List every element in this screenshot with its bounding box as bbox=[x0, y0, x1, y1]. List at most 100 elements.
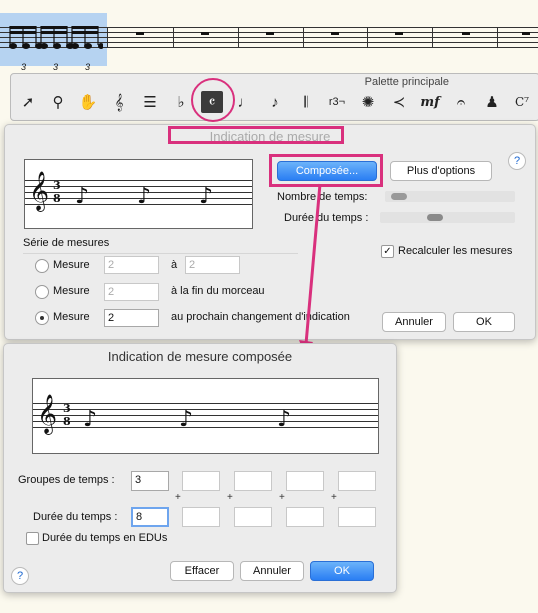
barline bbox=[367, 27, 368, 47]
title-highlight bbox=[168, 126, 344, 144]
whole-rest bbox=[522, 32, 530, 35]
beamed-triplets bbox=[9, 26, 103, 49]
clef-icon[interactable]: 𝄞 bbox=[108, 91, 130, 113]
whole-rest bbox=[201, 32, 209, 35]
measure-range-label: Série de mesures bbox=[23, 237, 110, 249]
barline bbox=[303, 27, 304, 47]
barline bbox=[432, 27, 433, 47]
time-sig-top: 3 bbox=[53, 179, 61, 192]
composite-time-signature-dialog: Indication de mesure composée 𝄞 3 8 ♪ ♪ … bbox=[3, 343, 397, 593]
triplet-mark: 3 bbox=[53, 62, 59, 72]
eighth-note-icon: ♪ bbox=[137, 184, 152, 209]
plus-sign: + bbox=[279, 492, 285, 503]
beat-group-field-3[interactable] bbox=[234, 471, 272, 491]
recalc-checkbox[interactable]: ✓ bbox=[381, 245, 394, 258]
eighth-note-icon: ♪ bbox=[199, 184, 214, 209]
articulation-icon[interactable]: ✺ bbox=[357, 91, 379, 113]
zoom-icon[interactable]: ⚲ bbox=[47, 91, 69, 113]
key-signature-icon[interactable]: ☰ bbox=[139, 91, 161, 113]
edu-label: Durée du temps en EDUs bbox=[42, 532, 168, 544]
eighth-note-icon: ♪ bbox=[179, 407, 194, 432]
help-button[interactable]: ? bbox=[508, 152, 526, 170]
radio3-label: Mesure bbox=[53, 311, 90, 323]
recalc-label: Recalculer les mesures bbox=[398, 245, 513, 257]
instrument-icon[interactable]: 𝄃 bbox=[295, 91, 317, 113]
radio-measure-next-change[interactable] bbox=[35, 311, 49, 325]
whole-rest bbox=[462, 32, 470, 35]
eighth-note-icon: ♪ bbox=[83, 407, 98, 432]
whole-rest bbox=[395, 32, 403, 35]
time-sig-top: 3 bbox=[63, 402, 71, 415]
measure-to-field[interactable]: 2 bbox=[185, 256, 240, 274]
barline bbox=[173, 27, 174, 47]
beat-group-field-5[interactable] bbox=[338, 471, 376, 491]
triplet-mark: 3 bbox=[21, 62, 27, 72]
connector-arrow bbox=[299, 183, 322, 356]
repeat-icon[interactable]: 𝄐 bbox=[450, 91, 472, 113]
dialog-title: Indication de mesure composée bbox=[107, 349, 293, 364]
barline bbox=[107, 27, 108, 47]
whole-rest bbox=[136, 32, 144, 35]
beat-duration-label: Durée du temps : bbox=[33, 511, 118, 523]
beat-group-field-2[interactable] bbox=[182, 471, 220, 491]
radio1-label: Mesure bbox=[53, 259, 90, 271]
time-sig-bottom: 8 bbox=[53, 192, 61, 205]
grace-note-icon[interactable]: ♪ bbox=[264, 91, 286, 113]
beat-duration-field-5[interactable] bbox=[338, 507, 376, 527]
time-sig-bottom: 8 bbox=[63, 415, 71, 428]
cancel-button[interactable]: Annuler bbox=[240, 561, 304, 581]
chord-icon[interactable]: C⁷ bbox=[511, 91, 533, 113]
preview-staff: 𝄞 3 8 ♪ ♪ ♪ bbox=[32, 378, 379, 454]
beats-slider[interactable] bbox=[385, 191, 515, 202]
tuplet-icon[interactable]: r3¬ bbox=[326, 91, 348, 113]
more-options-button[interactable]: Plus d'options bbox=[390, 161, 492, 181]
eighth-note-icon: ♪ bbox=[75, 184, 90, 209]
eighth-note-icon: ♪ bbox=[277, 407, 292, 432]
beat-duration-field-1[interactable]: 8 bbox=[131, 507, 169, 527]
edu-checkbox[interactable] bbox=[26, 532, 39, 545]
cancel-button[interactable]: Annuler bbox=[382, 312, 446, 332]
triplet-mark: 3 bbox=[85, 62, 91, 72]
measure-next-field[interactable]: 2 bbox=[104, 309, 159, 327]
beat-duration-field-3[interactable] bbox=[234, 507, 272, 527]
treble-clef-icon: 𝄞 bbox=[37, 394, 58, 434]
radio-measure-to-end[interactable] bbox=[35, 285, 49, 299]
dynamics-icon[interactable]: mf bbox=[419, 91, 441, 113]
hand-icon[interactable]: ✋ bbox=[77, 91, 99, 113]
time-signature-dialog: Indication de mesure 𝄞 3 8 ♪ ♪ ♪ Composé… bbox=[4, 124, 536, 340]
beat-duration-slider[interactable] bbox=[380, 212, 515, 223]
beat-duration-field-4[interactable] bbox=[286, 507, 324, 527]
ok-button[interactable]: OK bbox=[310, 561, 374, 581]
barline bbox=[497, 27, 498, 47]
main-palette: Palette principale ➚ ⚲ ✋ 𝄞 ☰ ♭ 𝄴 ♩ ♪ 𝄃 r… bbox=[10, 73, 538, 121]
treble-clef-icon: 𝄞 bbox=[29, 171, 50, 211]
clear-button[interactable]: Effacer bbox=[170, 561, 234, 581]
ok-button[interactable]: OK bbox=[453, 312, 515, 332]
highlight-circle bbox=[191, 78, 235, 122]
measure-from-field[interactable]: 2 bbox=[104, 256, 159, 274]
radio2-label: Mesure bbox=[53, 285, 90, 297]
beat-groups-label: Groupes de temps : bbox=[18, 474, 115, 486]
help-button[interactable]: ? bbox=[11, 567, 29, 585]
accidental-icon[interactable]: ♭ bbox=[170, 91, 192, 113]
radio2-suffix: à la fin du morceau bbox=[171, 285, 265, 297]
preview-staff: 𝄞 3 8 ♪ ♪ ♪ bbox=[24, 159, 253, 229]
palette-title: Palette principale bbox=[364, 76, 449, 88]
radio-measure-range[interactable] bbox=[35, 259, 49, 273]
to-label: à bbox=[171, 259, 178, 271]
measure-end-field[interactable]: 2 bbox=[104, 283, 159, 301]
whole-rest bbox=[266, 32, 274, 35]
beat-group-field-1[interactable]: 3 bbox=[131, 471, 169, 491]
barline bbox=[238, 27, 239, 47]
whole-rest bbox=[331, 32, 339, 35]
score-area: 3 3 3 bbox=[0, 0, 538, 75]
hairpin-icon[interactable]: ≺ bbox=[388, 91, 410, 113]
expression-icon[interactable]: ♟ bbox=[481, 91, 503, 113]
beat-duration-field-2[interactable] bbox=[182, 507, 220, 527]
arrow-icon[interactable]: ➚ bbox=[17, 91, 39, 113]
plus-sign: + bbox=[331, 492, 337, 503]
plus-sign: + bbox=[227, 492, 233, 503]
beat-group-field-4[interactable] bbox=[286, 471, 324, 491]
plus-sign: + bbox=[175, 492, 181, 503]
note-icon[interactable]: ♩ bbox=[234, 91, 256, 113]
